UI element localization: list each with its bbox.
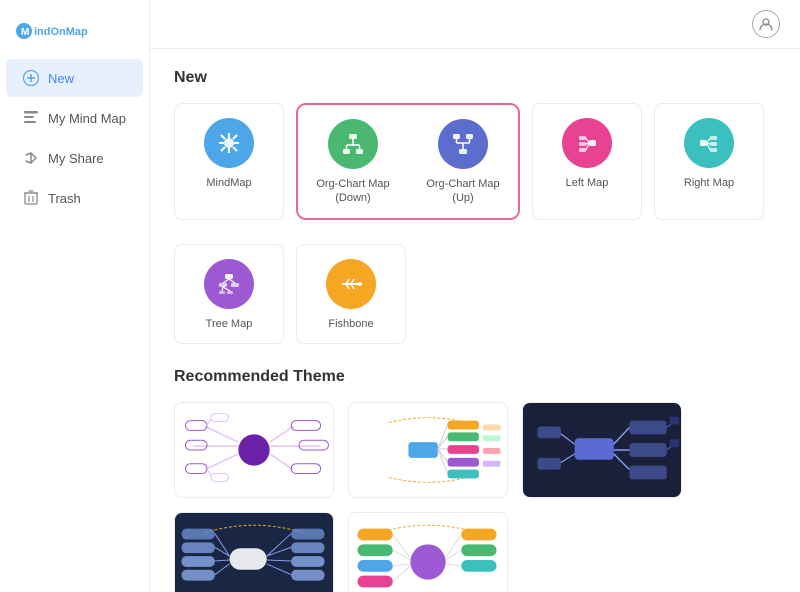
page-wrapper: New MindMa [150,0,800,592]
map-type-grid: MindMap [174,103,776,220]
svg-text:indOnMap: indOnMap [34,26,88,38]
share-icon [22,149,40,167]
sidebar-item-trash-label: Trash [48,191,81,206]
sidebar: M indOnMap New My Mind Map [0,0,150,592]
sidebar-item-my-mind-map[interactable]: My Mind Map [6,99,143,137]
theme-section-title: Recommended Theme [174,368,776,386]
fishbone-icon [326,259,376,309]
org-down-icon [328,119,378,169]
org-chart-selection-group: Org-Chart Map (Down) [296,103,520,220]
map-card-org-up[interactable]: Org-Chart Map (Up) [408,105,518,218]
theme-card-2[interactable] [348,402,508,498]
logo: M indOnMap [0,10,149,58]
left-map-label: Left Map [566,176,609,190]
svg-text:M: M [21,27,29,38]
map-card-left-map[interactable]: Left Map [532,103,642,220]
sidebar-item-new-label: New [48,71,74,86]
new-icon [22,69,40,87]
map-card-org-down[interactable]: Org-Chart Map (Down) [298,105,408,218]
mindmap-icon [204,118,254,168]
theme-card-5[interactable] [348,512,508,592]
org-up-label: Org-Chart Map (Up) [416,177,510,206]
left-map-icon [562,118,612,168]
theme-card-4[interactable] [174,512,334,592]
top-header [150,0,800,49]
tree-map-icon [204,259,254,309]
user-avatar[interactable] [752,10,780,38]
mindmap-label: MindMap [206,176,251,190]
fishbone-label: Fishbone [328,317,373,331]
map-card-tree-map[interactable]: Tree Map [174,244,284,344]
tree-map-label: Tree Map [206,317,253,331]
trash-icon [22,189,40,207]
main-content: New MindMa [150,49,800,592]
theme-card-3[interactable] [522,402,682,498]
org-down-label: Org-Chart Map (Down) [306,177,400,206]
theme-card-1[interactable] [174,402,334,498]
map-card-right-map[interactable]: Right Map [654,103,764,220]
sidebar-item-my-share-label: My Share [48,151,104,166]
org-up-icon [438,119,488,169]
sidebar-item-new[interactable]: New [6,59,143,97]
new-section-title: New [174,69,776,87]
mind-map-icon [22,109,40,127]
sidebar-item-my-mind-map-label: My Mind Map [48,111,126,126]
sidebar-item-my-share[interactable]: My Share [6,139,143,177]
sidebar-item-trash[interactable]: Trash [6,179,143,217]
right-map-icon [684,118,734,168]
right-map-label: Right Map [684,176,734,190]
map-card-fishbone[interactable]: Fishbone [296,244,406,344]
map-card-mindmap[interactable]: MindMap [174,103,284,220]
map-type-grid-row2: Tree Map Fishbone [174,244,776,344]
theme-grid [174,402,776,592]
